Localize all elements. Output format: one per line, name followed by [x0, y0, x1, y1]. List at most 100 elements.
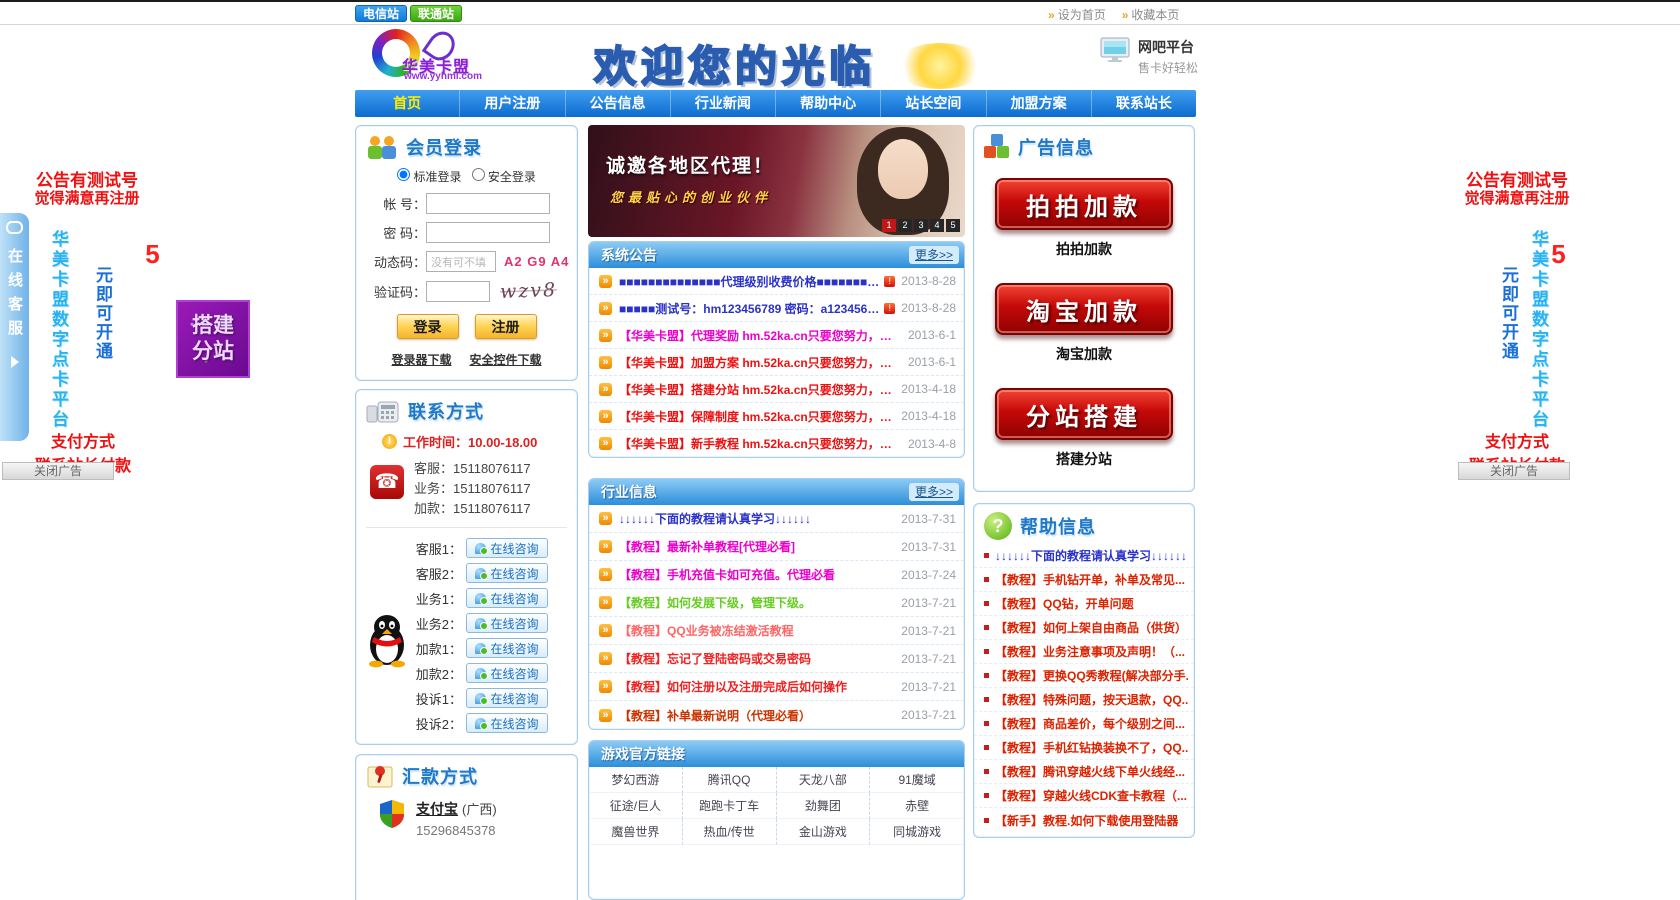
help-item[interactable]: 【教程】业务注意事项及声明！（... — [974, 640, 1194, 664]
pager-dot[interactable]: 2 — [898, 219, 912, 232]
paipai-topup-button[interactable]: 拍拍加款 — [995, 178, 1173, 230]
pager-dot[interactable]: 4 — [930, 219, 944, 232]
close-ad-button[interactable]: 关闭广告 — [2, 462, 114, 480]
industry-item[interactable]: 【教程】如何注册以及注册完成后如何操作2013-7-21 — [589, 673, 964, 701]
help-item[interactable]: 【教程】如何上架自由商品（供货） — [974, 616, 1194, 640]
safe-login-radio[interactable]: 安全登录 — [472, 168, 536, 185]
help-item[interactable]: 【教程】手机红钻换装换不了，QQ... — [974, 736, 1194, 760]
pager-dot[interactable]: 5 — [946, 219, 960, 232]
help-item[interactable]: 【教程】腾讯穿越火线下单火线经... — [974, 760, 1194, 784]
announcement-item[interactable]: 【华美卡盟】加盟方案 hm.52ka.cn只要您努力，没有...2013-6-1 — [589, 349, 964, 376]
captcha-image[interactable]: wzv8 — [500, 279, 558, 303]
login-button[interactable]: 登录 — [397, 314, 459, 339]
account-input[interactable] — [426, 193, 550, 214]
industry-item[interactable]: 【教程】补单最新说明（代理必看）2013-7-21 — [589, 701, 964, 729]
nav-announcements[interactable]: 公告信息 — [566, 90, 671, 117]
industry-item[interactable]: 【教程】最新补单教程[代理必看]2013-7-31 — [589, 533, 964, 561]
game-link[interactable]: 魔兽世界 — [589, 819, 683, 845]
game-link[interactable]: 同城游戏 — [870, 819, 964, 845]
game-link[interactable]: 91魔域 — [870, 767, 964, 793]
help-item[interactable]: 【教程】穿越火线CDK查卡教程（... — [974, 784, 1194, 808]
game-link[interactable]: 征途/巨人 — [589, 793, 683, 819]
taobao-topup-button[interactable]: 淘宝加款 — [995, 283, 1173, 335]
password-input[interactable] — [426, 222, 550, 243]
pushpin-note-icon — [366, 763, 394, 789]
online-consult-button[interactable]: 在线咨询 — [466, 688, 548, 708]
banner-pager: 1 2 3 4 5 — [882, 219, 960, 232]
online-consult-button[interactable]: 在线咨询 — [466, 588, 548, 608]
arrow-bullet-icon — [599, 356, 612, 369]
online-consult-button[interactable]: 在线咨询 — [466, 613, 548, 633]
game-link[interactable]: 跑跑卡丁车 — [683, 793, 777, 819]
standard-login-radio[interactable]: 标准登录 — [397, 168, 461, 185]
game-link[interactable]: 热血/传世 — [683, 819, 777, 845]
unicom-site-button[interactable]: 联通站 — [410, 5, 462, 22]
help-item[interactable]: 【教程】更换QQ秀教程(解决部分手... — [974, 664, 1194, 688]
loader-download-link[interactable]: 登录器下载 — [391, 351, 451, 368]
online-consult-button[interactable]: 在线咨询 — [466, 663, 548, 683]
pager-dot[interactable]: 1 — [882, 219, 896, 232]
nav-home[interactable]: 首页 — [355, 90, 460, 117]
industry-item[interactable]: 【教程】如何发展下级，管理下级。2013-7-21 — [589, 589, 964, 617]
netbar-platform[interactable]: 网吧平台 售卡好轻松 — [1100, 37, 1198, 76]
game-link[interactable]: 天龙八部 — [777, 767, 871, 793]
game-link[interactable]: 梦幻西游 — [589, 767, 683, 793]
announcement-item[interactable]: 【华美卡盟】代理奖励 hm.52ka.cn只要您努力，没有...2013-6-1 — [589, 322, 964, 349]
add-favorite-link[interactable]: 收藏本页 — [1122, 6, 1180, 23]
substation-ad-banner[interactable]: 搭建分站 — [176, 300, 250, 378]
help-item[interactable]: 【新手】教程.如何下载使用登陆器 — [974, 808, 1194, 832]
online-service-tab[interactable]: 在线客服 — [0, 213, 29, 441]
announcement-item[interactable]: 【华美卡盟】新手教程 hm.52ka.cn只要您努力，没有...2013-4-8 — [589, 430, 964, 457]
agent-recruit-banner[interactable]: 诚邀各地区代理！ 您最贴心的创业伙伴 1 2 3 4 5 — [588, 125, 965, 237]
substation-build-button[interactable]: 分站搭建 — [995, 388, 1173, 440]
register-button[interactable]: 注册 — [475, 314, 537, 339]
announce-more-link[interactable]: 更多>> — [909, 246, 959, 264]
nav-register[interactable]: 用户注册 — [460, 90, 565, 117]
announce-title: 系统公告 — [589, 247, 657, 263]
online-consult-button[interactable]: 在线咨询 — [466, 713, 548, 733]
help-item[interactable]: 【教程】QQ钻，开单问题 — [974, 592, 1194, 616]
online-consult-button[interactable]: 在线咨询 — [466, 638, 548, 658]
arrow-bullet-icon — [599, 568, 612, 581]
game-link[interactable]: 赤壁 — [870, 793, 964, 819]
game-link[interactable]: 金山游戏 — [777, 819, 871, 845]
pager-dot[interactable]: 3 — [914, 219, 928, 232]
industry-item[interactable]: 【教程】手机充值卡如可充值。代理必看2013-7-24 — [589, 561, 964, 589]
qq-contact-row: 加款1：在线咨询 — [410, 636, 577, 660]
announcement-item[interactable]: 【华美卡盟】保障制度 hm.52ka.cn只要您努力，没有...2013-4-1… — [589, 403, 964, 430]
set-home-link[interactable]: 设为首页 — [1048, 6, 1106, 23]
arrow-bullet-icon — [599, 652, 612, 665]
game-link[interactable]: 劲舞团 — [777, 793, 871, 819]
online-consult-button[interactable]: 在线咨询 — [466, 563, 548, 583]
qq-contact-row: 业务1：在线咨询 — [410, 586, 577, 610]
nav-contact-webmaster[interactable]: 联系站长 — [1092, 90, 1196, 117]
industry-more-link[interactable]: 更多>> — [909, 483, 959, 501]
worktime-text: 工作时间：10.00-18.00 — [403, 432, 537, 451]
telecom-site-button[interactable]: 电信站 — [355, 5, 407, 22]
industry-item[interactable]: 【教程】忘记了登陆密码或交易密码2013-7-21 — [589, 645, 964, 673]
industry-item[interactable]: ↓↓↓↓↓↓下面的教程请认真学习↓↓↓↓↓↓2013-7-31 — [589, 505, 964, 533]
industry-item[interactable]: 【教程】QQ业务被冻结激活教程2013-7-21 — [589, 617, 964, 645]
fax-icon — [366, 398, 400, 424]
security-control-download-link[interactable]: 安全控件下载 — [470, 351, 542, 368]
help-item[interactable]: 【教程】商品差价，每个级别之间... — [974, 712, 1194, 736]
dyncode-input[interactable] — [426, 251, 496, 272]
help-item[interactable]: 【教程】手机钻开单，补单及常见... — [974, 568, 1194, 592]
nav-webmaster-space[interactable]: 站长空间 — [881, 90, 986, 117]
help-item[interactable]: 【教程】特殊问题，按天退款，QQ... — [974, 688, 1194, 712]
help-item[interactable]: ↓↓↓↓↓↓下面的教程请认真学习↓↓↓↓↓↓ — [974, 544, 1194, 568]
nav-industry-news[interactable]: 行业新闻 — [671, 90, 776, 117]
announcement-item[interactable]: ■■■■■■■■■■■■■■代理级别收费价格■■■■■■■■■■■■■...20… — [589, 268, 964, 295]
close-ad-button[interactable]: 关闭广告 — [1458, 462, 1570, 480]
square-bullet-icon — [984, 793, 989, 798]
announcement-item[interactable]: ■■■■■测试号：hm123456789 密码：a123456■■■■■2013… — [589, 295, 964, 322]
announcement-item[interactable]: 【华美卡盟】搭建分站 hm.52ka.cn只要您努力，没有...2013-4-1… — [589, 376, 964, 403]
ad-label: 搭建分站 — [974, 449, 1194, 469]
password-label: 密 码： — [368, 223, 426, 242]
nav-join-plan[interactable]: 加盟方案 — [987, 90, 1092, 117]
nav-help-center[interactable]: 帮助中心 — [776, 90, 881, 117]
online-consult-button[interactable]: 在线咨询 — [466, 538, 548, 558]
game-link[interactable]: 腾讯QQ — [683, 767, 777, 793]
chat-bubble-icon — [6, 221, 23, 234]
captcha-input[interactable] — [426, 281, 490, 302]
